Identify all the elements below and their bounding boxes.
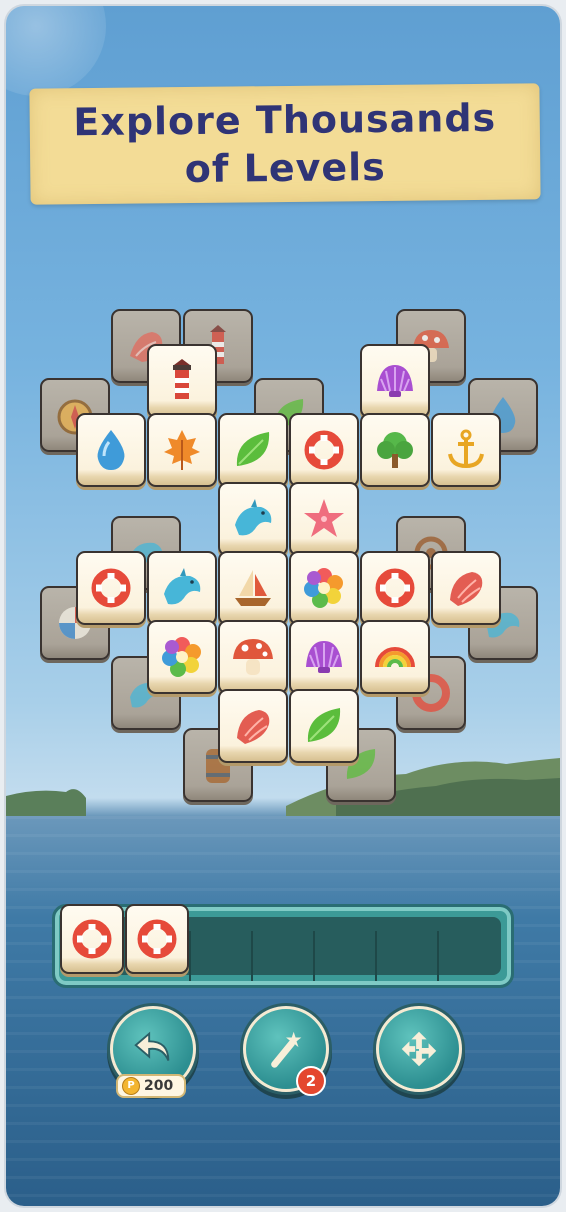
slot-divider [437, 931, 439, 981]
coin-icon: P [122, 1077, 140, 1095]
tile-water-drop[interactable] [76, 413, 146, 487]
life-ring-icon [137, 919, 177, 959]
undo-cost-value: 200 [144, 1078, 174, 1094]
conch-icon [237, 710, 270, 744]
shell-icon [306, 641, 342, 673]
tile-conch[interactable] [431, 551, 501, 625]
flower-icon [304, 568, 343, 608]
life-ring-icon [375, 568, 415, 608]
tile-anchor[interactable] [431, 413, 501, 487]
water-drop-icon [97, 430, 125, 470]
dolphin-icon [235, 499, 272, 536]
tile-tree[interactable] [360, 413, 430, 487]
shell-icon [377, 365, 413, 397]
tile-maple-leaf[interactable] [147, 413, 217, 487]
slot-divider [375, 931, 377, 981]
mushroom-icon [233, 639, 273, 675]
shuffle-icon [401, 1031, 437, 1067]
tile-sailboat[interactable] [218, 551, 288, 625]
magic-wand-count-badge: 2 [296, 1066, 326, 1096]
flower-icon [162, 637, 201, 677]
leaf-icon [236, 432, 270, 466]
tile-leaf-2[interactable] [289, 689, 359, 763]
tray-tile-life-ring-2 [125, 904, 189, 974]
tree-icon [377, 432, 413, 468]
anchor-icon [448, 429, 484, 469]
life-ring-icon [72, 919, 112, 959]
lighthouse-icon [173, 359, 191, 399]
maple-leaf-icon [164, 430, 200, 470]
tray-tile-life-ring [60, 904, 124, 974]
tile-shell[interactable] [360, 344, 430, 418]
tile-flower[interactable] [289, 551, 359, 625]
tile-mushroom[interactable] [218, 620, 288, 694]
tile-conch-2[interactable] [218, 689, 288, 763]
leaf-icon [307, 708, 341, 742]
life-ring-icon [304, 430, 344, 470]
tile-lighthouse[interactable] [147, 344, 217, 418]
tile-life-ring-3[interactable] [360, 551, 430, 625]
dolphin-icon [164, 568, 201, 605]
magic-wand-icon [271, 1031, 302, 1068]
tile-leaf[interactable] [218, 413, 288, 487]
slot-divider [313, 931, 315, 981]
shuffle-button[interactable] [376, 1006, 462, 1092]
game-screen: Explore Thousands of Levels P 200 2 [6, 6, 560, 1206]
starfish-icon [304, 499, 344, 537]
tile-life-ring[interactable] [289, 413, 359, 487]
slot-divider [189, 931, 191, 981]
tile-life-ring-2[interactable] [76, 551, 146, 625]
slot-divider [251, 931, 253, 981]
tile-starfish[interactable] [289, 482, 359, 556]
tile-dolphin[interactable] [218, 482, 288, 556]
conch-icon [450, 572, 483, 606]
sailboat-icon [235, 570, 271, 606]
tile-flower-2[interactable] [147, 620, 217, 694]
undo-arrow-icon [134, 1031, 170, 1061]
undo-cost: P 200 [116, 1074, 186, 1098]
life-ring-icon [91, 568, 131, 608]
tile-rainbow[interactable] [360, 620, 430, 694]
tile-dolphin-2[interactable] [147, 551, 217, 625]
rainbow-icon [375, 647, 415, 668]
tile-shell-2[interactable] [289, 620, 359, 694]
